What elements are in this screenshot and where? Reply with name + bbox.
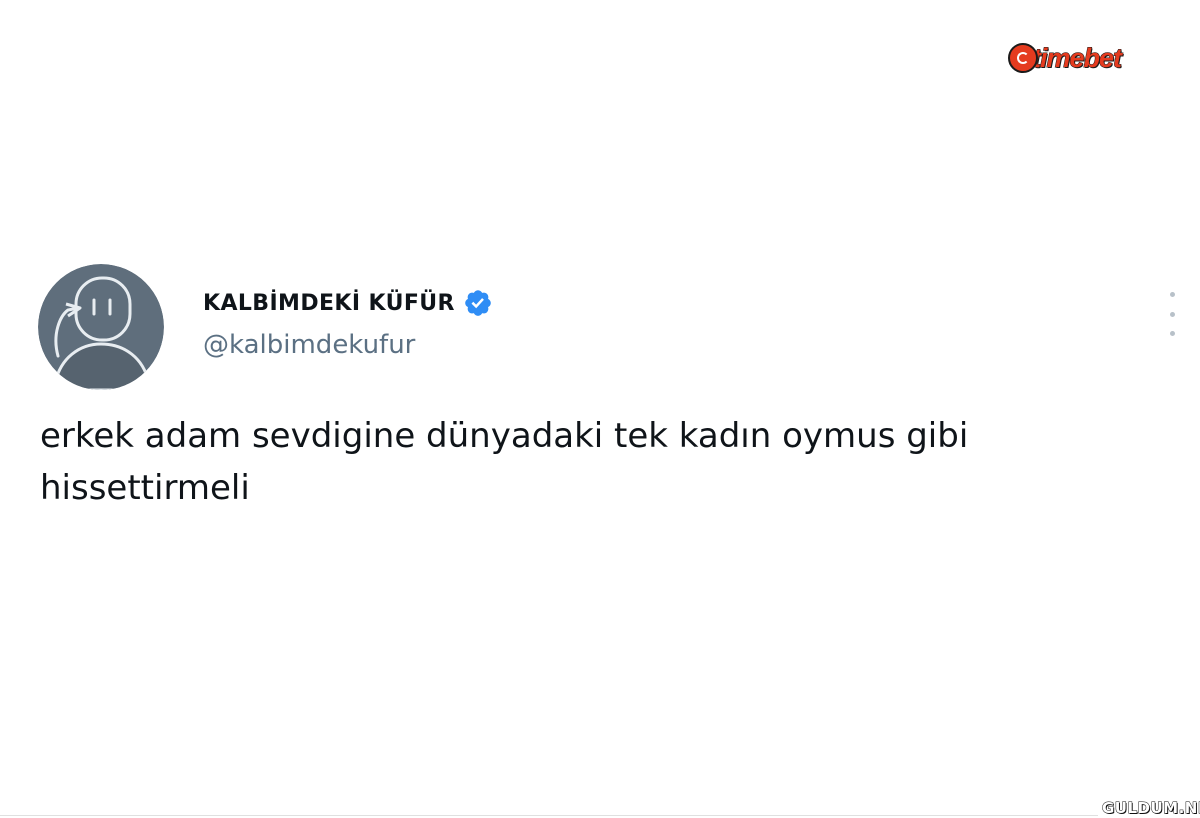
timebet-logo-mark xyxy=(1008,43,1038,73)
avatar-image xyxy=(38,264,164,390)
guldum-watermark: GULDUM.NET xyxy=(1098,798,1200,818)
more-options-icon[interactable] xyxy=(1160,292,1184,336)
bottom-divider xyxy=(0,815,1098,816)
tweet-card: KALBİMDEKİ KÜFÜR @kalbimdekufur erkek ad… xyxy=(0,0,1200,818)
tweet-text: erkek adam sevdigine dünyadaki tek kadın… xyxy=(40,416,969,508)
more-dot xyxy=(1169,311,1175,317)
verified-badge-icon xyxy=(463,288,493,318)
avatar[interactable] xyxy=(38,264,164,390)
more-dot xyxy=(1169,292,1175,297)
more-dot xyxy=(1169,331,1175,336)
display-name-row: KALBİMDEKİ KÜFÜR xyxy=(203,287,493,319)
user-handle[interactable]: @kalbimdekufur xyxy=(203,330,415,360)
display-name[interactable]: KALBİMDEKİ KÜFÜR xyxy=(203,291,455,316)
